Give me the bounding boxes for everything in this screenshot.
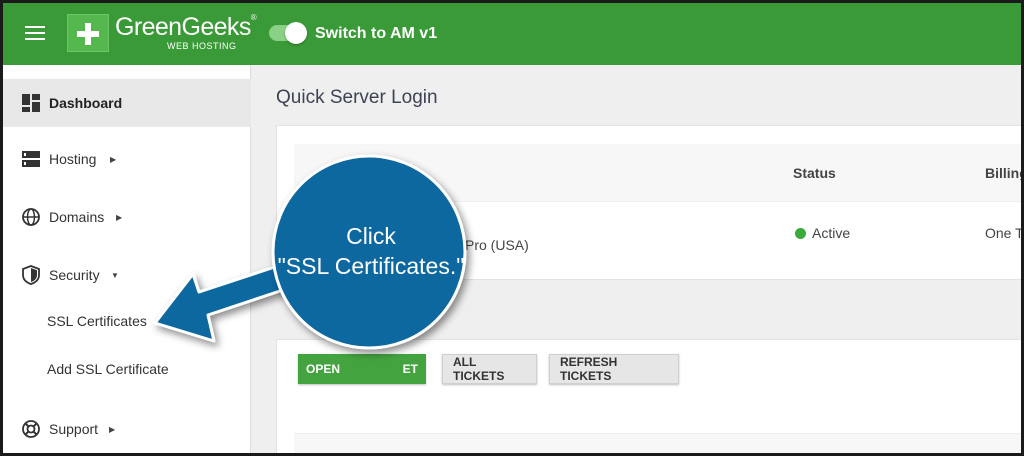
logo-mark[interactable]	[67, 14, 109, 52]
page-title: Quick Server Login	[276, 87, 438, 108]
sidebar-subitem-add-ssl-certificate[interactable]: Add SSL Certificate	[47, 361, 169, 377]
dashboard-icon	[22, 94, 40, 112]
sidebar-subitem-ssl-certificates[interactable]: SSL Certificates	[47, 313, 147, 329]
tickets-table-header	[294, 433, 1021, 453]
open-ticket-button[interactable]: OPEN ET	[298, 354, 426, 384]
caret-right-icon: ▶	[116, 212, 123, 222]
callout-text: Click "SSL Certificates."	[277, 223, 465, 279]
sidebar-item-hosting[interactable]: Hosting ▶	[3, 135, 251, 183]
sidebar-item-label: Hosting	[49, 151, 97, 167]
server-icon	[22, 151, 40, 167]
menu-icon[interactable]	[25, 26, 45, 42]
column-header-billing: Billing	[985, 165, 1024, 181]
all-tickets-button[interactable]: ALL TICKETS	[442, 354, 537, 384]
caret-down-icon: ▼	[111, 270, 119, 280]
switch-label[interactable]: Switch to AM v1	[315, 25, 437, 43]
sidebar-item-label: Dashboard	[49, 95, 123, 111]
status-badge: Active	[795, 225, 850, 241]
tickets-card: OPEN ET ALL TICKETS REFRESH TICKETS	[276, 339, 1021, 453]
status-dot-icon	[795, 228, 806, 239]
logo-wordmark[interactable]: GreenGeeks®	[115, 13, 257, 42]
toggle-knob	[285, 22, 307, 44]
screenshot-frame: GreenGeeks® WEB HOSTING Switch to AM v1 …	[0, 0, 1024, 456]
sidebar-item-label: Security	[49, 267, 100, 283]
caret-right-icon: ▶	[109, 424, 116, 434]
sidebar-item-dashboard[interactable]: Dashboard	[3, 79, 251, 127]
billing-cell: One Ti	[985, 225, 1024, 241]
column-header-status: Status	[793, 165, 836, 181]
globe-icon	[22, 208, 40, 226]
sidebar-item-support[interactable]: Support ▶	[3, 405, 251, 453]
sidebar: Dashboard Hosting ▶ Domains ▶ Security ▼…	[3, 65, 251, 453]
sidebar-item-domains[interactable]: Domains ▶	[3, 193, 251, 241]
logo-tagline: WEB HOSTING	[167, 41, 237, 51]
refresh-tickets-button[interactable]: REFRESH TICKETS	[549, 354, 679, 384]
sidebar-item-label: Support	[49, 421, 99, 437]
top-bar: GreenGeeks® WEB HOSTING Switch to AM v1	[3, 3, 1021, 65]
lifebuoy-icon	[22, 420, 40, 438]
caret-right-icon: ▶	[110, 154, 117, 164]
table-header-row	[294, 144, 1021, 202]
version-toggle[interactable]	[269, 22, 307, 44]
sidebar-item-label: Domains	[49, 209, 105, 225]
shield-icon	[22, 265, 40, 285]
sidebar-item-security[interactable]: Security ▼	[3, 251, 251, 299]
